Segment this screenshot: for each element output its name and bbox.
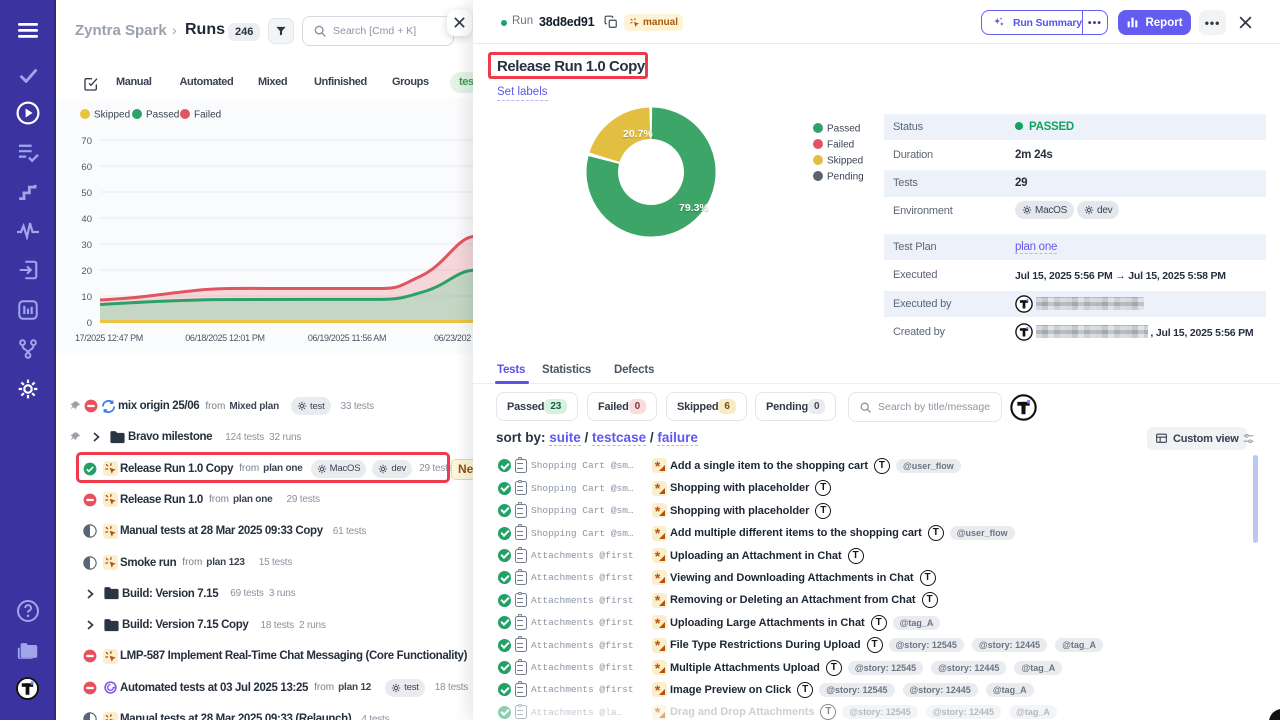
svg-text:0: 0: [87, 318, 92, 329]
svg-text:60: 60: [81, 162, 92, 173]
svg-text:50: 50: [81, 188, 92, 199]
svg-text:79.3%: 79.3%: [679, 202, 709, 214]
svg-text:06/19/2025 11:56 AM: 06/19/2025 11:56 AM: [308, 333, 386, 343]
svg-text:40: 40: [81, 214, 92, 225]
svg-text:17/2025 12:47 PM: 17/2025 12:47 PM: [75, 333, 143, 343]
svg-text:10: 10: [81, 292, 92, 303]
svg-text:30: 30: [81, 240, 92, 251]
svg-text:70: 70: [81, 136, 92, 147]
svg-text:20: 20: [81, 266, 92, 277]
svg-text:20.7%: 20.7%: [623, 128, 653, 140]
svg-text:06/18/2025 12:01 PM: 06/18/2025 12:01 PM: [185, 333, 264, 343]
svg-text:06/23/202: 06/23/202: [434, 333, 471, 343]
